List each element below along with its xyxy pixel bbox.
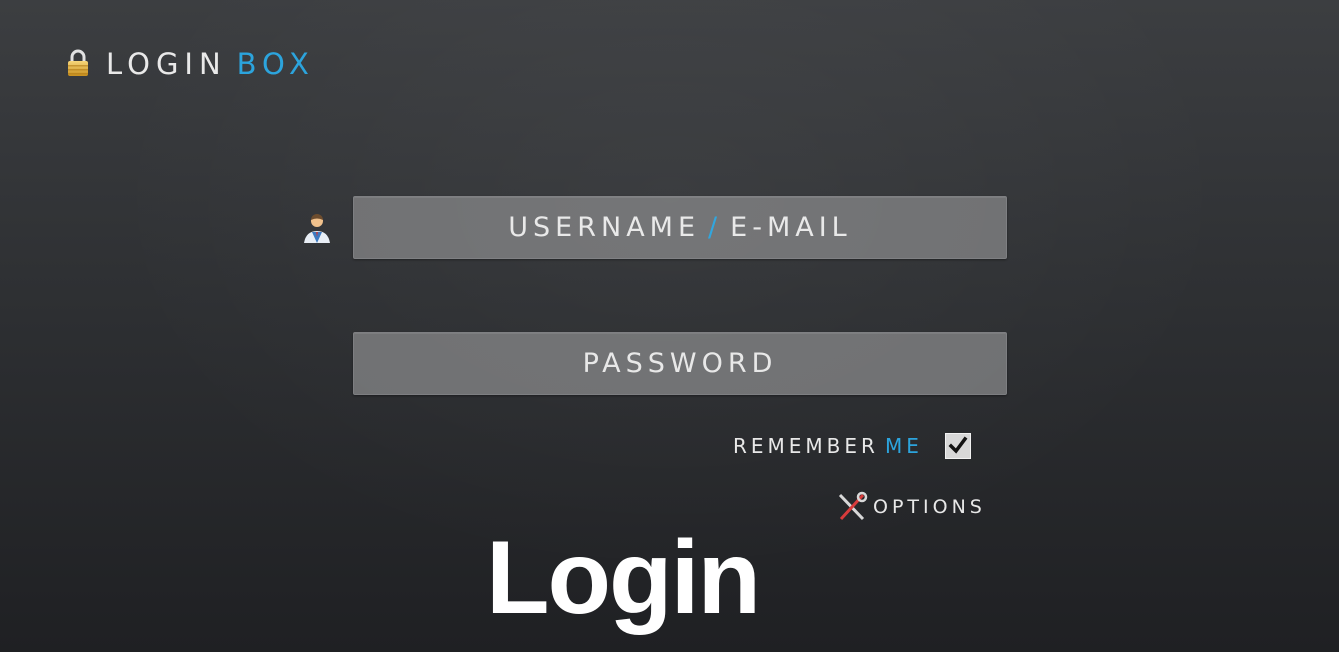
header: LOGIN BOX [66, 44, 315, 84]
password-input[interactable]: PASSWORD [353, 332, 1007, 395]
title-main: LOGIN [106, 47, 227, 81]
password-placeholder: PASSWORD [582, 348, 778, 379]
username-placeholder: USERNAME / E-MAIL [508, 212, 851, 243]
remember-label-accent: ME [884, 434, 923, 458]
remember-label-main: REMEMBER [733, 434, 879, 458]
username-placeholder-main: USERNAME [508, 212, 701, 243]
checkmark-icon [948, 436, 968, 454]
page-title: LOGIN BOX [106, 44, 315, 84]
remember-me[interactable]: REMEMBER ME [733, 431, 971, 461]
login-screen: LOGIN BOX USERNAME / E-MAIL PASSWORD REMEMB… [0, 0, 1339, 652]
remember-me-label: REMEMBER ME [733, 434, 923, 458]
login-caption: Login [485, 520, 761, 636]
user-icon [300, 213, 334, 245]
username-input[interactable]: USERNAME / E-MAIL [353, 196, 1007, 259]
options-label: OPTIONS [873, 496, 986, 518]
username-placeholder-email: E-MAIL [730, 212, 852, 243]
username-placeholder-separator: / [708, 212, 723, 243]
title-accent: BOX [236, 47, 315, 81]
remember-me-checkbox[interactable] [944, 433, 971, 459]
lock-icon [66, 48, 90, 80]
